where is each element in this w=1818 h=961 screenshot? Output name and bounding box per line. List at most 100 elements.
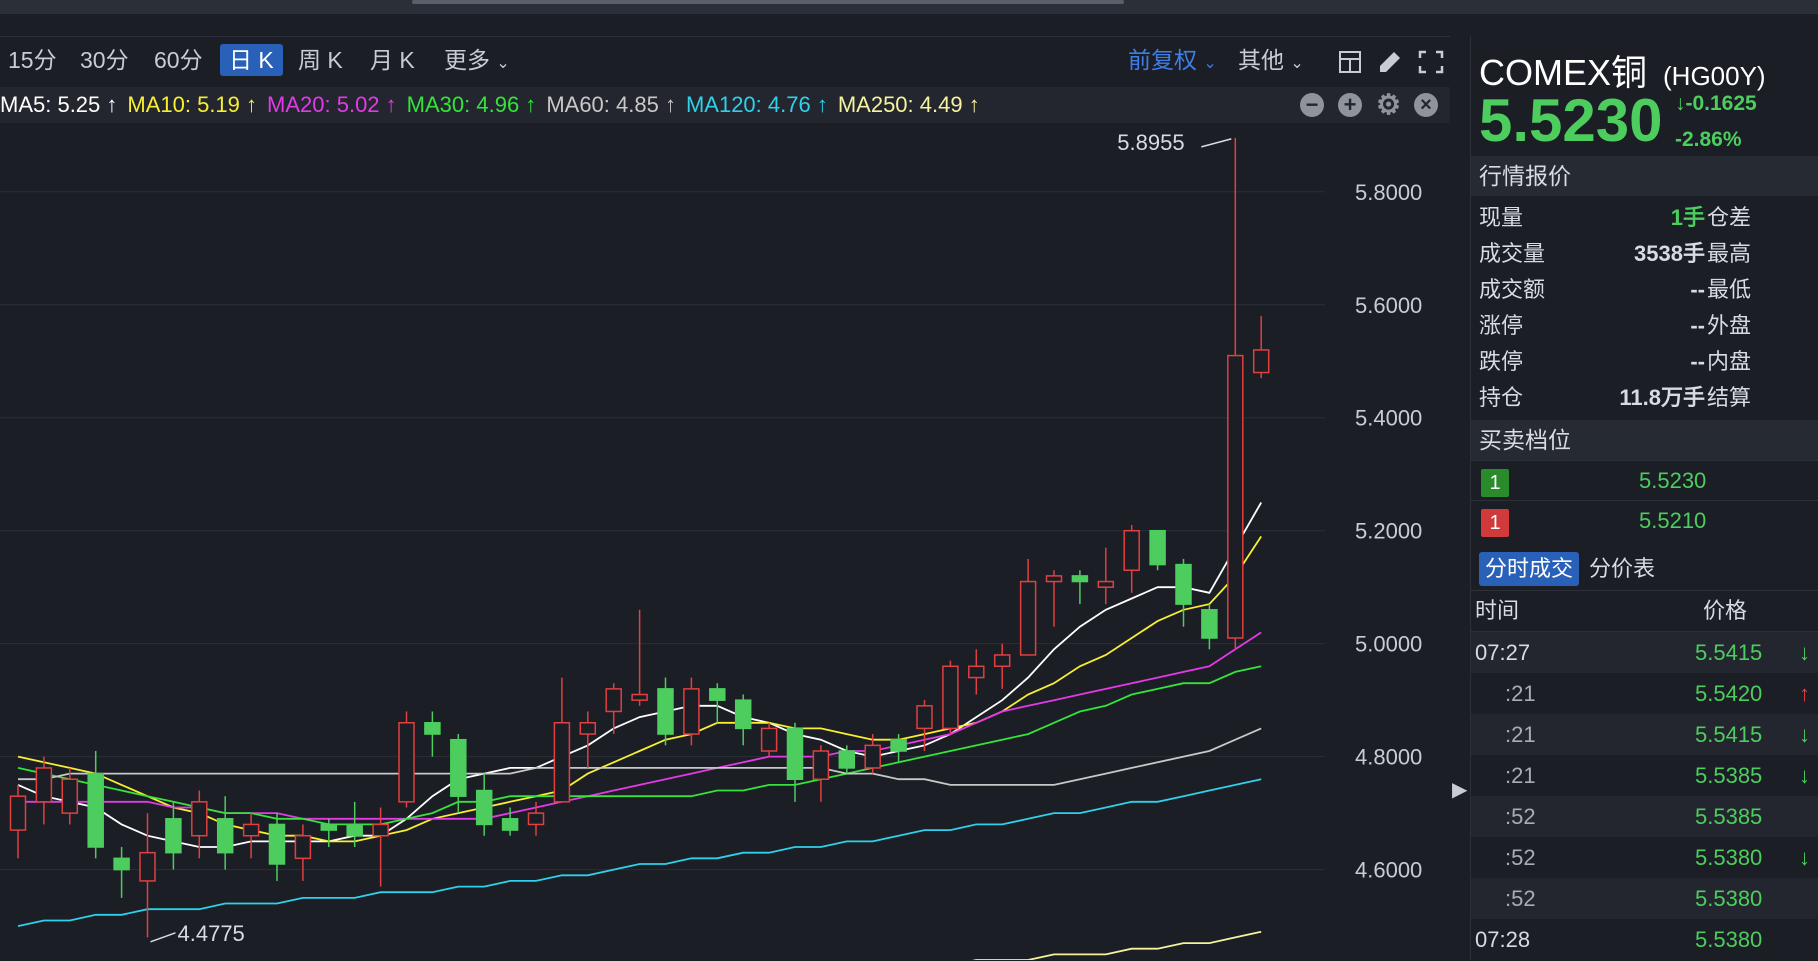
chevron-down-icon: ⌄ (1290, 55, 1304, 72)
settings-gear-icon[interactable]: ⚙ (1376, 91, 1401, 119)
quote-label: 跌停 (1479, 349, 1524, 374)
quote-label-secondary: 仓差 (1707, 205, 1752, 230)
orderbook-level-badge: 1 (1481, 469, 1509, 497)
quote-section-header: 行情报价 (1471, 156, 1818, 196)
quote-label-secondary: 最高 (1707, 241, 1752, 266)
ma-legend: MA5: 5.25 ↑ MA10: 5.19 ↑ MA20: 5.02 ↑ MA30:… (0, 92, 990, 117)
candle-body (9, 795, 27, 831)
orderbook-row[interactable]: 1 5.5210 (1471, 500, 1818, 541)
candle-body (527, 812, 545, 826)
candle-body (475, 789, 493, 826)
candle-body (294, 834, 312, 860)
candle-body (61, 778, 79, 814)
quote-label: 成交量 (1479, 241, 1546, 266)
orderbook-section-header: 买卖档位 (1471, 420, 1818, 460)
last-price: 5.5230 (1479, 87, 1663, 154)
y-tick-label: 5.4000 (1355, 406, 1422, 431)
period-30min[interactable]: 30分 (80, 44, 129, 76)
candle-body (631, 693, 648, 701)
quote-row: 持仓 11.8万手 结算 (1479, 380, 1815, 416)
trade-row: :21 5.5415 ↓ (1471, 714, 1818, 755)
fullscreen-icon[interactable] (1418, 50, 1444, 74)
quote-row: 成交额 -- 最低 (1479, 272, 1815, 308)
candle-body (916, 705, 933, 730)
candle-body (890, 738, 907, 752)
candle-body (398, 722, 415, 803)
trade-row: :52 5.5380 ↓ (1471, 837, 1818, 878)
ma-legend-item: MA20: 5.02 ↑ (267, 92, 397, 117)
quote-label: 持仓 (1479, 385, 1524, 410)
quote-row: 成交量 3538手 最高 (1479, 236, 1815, 272)
grid-layout-icon[interactable] (1339, 51, 1361, 73)
down-arrow-icon: ↓ (1799, 722, 1810, 747)
trade-time: :52 (1505, 886, 1536, 911)
chevron-down-icon: ⌄ (1203, 55, 1217, 72)
other-dropdown[interactable]: 其他 ⌄ (1238, 44, 1304, 76)
brush-icon[interactable] (1380, 52, 1400, 72)
candle-body (1019, 580, 1037, 656)
quote-side-panel: COMEX铜 (HG00Y) 5.5230 ↓-0.1625 -2.86% 行情报… (1470, 36, 1818, 960)
orderbook-level-badge: 1 (1481, 509, 1509, 537)
period-more[interactable]: 更多 ⌄ (444, 44, 510, 76)
y-tick-label: 5.2000 (1355, 519, 1422, 544)
tab-price-table[interactable]: 分价表 (1589, 552, 1655, 586)
candle-body (1227, 354, 1244, 639)
trade-row: :21 5.5385 ↓ (1471, 755, 1818, 796)
collapse-panel-icon[interactable]: ▶ (1452, 760, 1467, 820)
trade-header-time: 时间 (1475, 598, 1520, 623)
trade-row: 07:28 5.5380 (1471, 919, 1818, 960)
plus-circle-icon[interactable]: + (1338, 93, 1362, 117)
top-bar (0, 0, 1818, 14)
candle-body (450, 738, 467, 797)
quote-value: 3538手 (1634, 241, 1705, 266)
candle-body (942, 665, 959, 730)
period-monthly[interactable]: 月 K (370, 44, 415, 76)
candle-body (605, 688, 622, 713)
trade-time: 07:27 (1475, 640, 1531, 665)
y-tick-label: 5.8000 (1355, 180, 1422, 205)
trade-price: 5.5380 (1695, 886, 1763, 911)
candle-body (1149, 529, 1166, 566)
quote-label-secondary: 外盘 (1707, 313, 1752, 338)
candle-body (346, 823, 363, 837)
period-15min[interactable]: 15分 (8, 44, 57, 76)
tab-time-sales[interactable]: 分时成交 (1479, 552, 1580, 586)
minus-circle-icon[interactable]: − (1300, 93, 1324, 117)
quote-row: 现量 1手 仓差 (1479, 200, 1815, 236)
ma-legend-bar: MA5: 5.25 ↑ MA10: 5.19 ↑ MA20: 5.02 ↑ MA30:… (0, 87, 1450, 123)
candle-body (424, 722, 441, 735)
period-weekly[interactable]: 周 K (298, 44, 343, 76)
quote-label-secondary: 内盘 (1707, 349, 1752, 374)
quote-value: -- (1690, 313, 1705, 338)
candle-body (968, 665, 985, 679)
close-circle-icon[interactable]: × (1414, 93, 1438, 117)
candle-body (1123, 529, 1140, 571)
ma-legend-item: MA5: 5.25 ↑ (0, 92, 118, 117)
quote-row: 涨停 -- 外盘 (1479, 308, 1815, 344)
trade-price: 5.5415 (1695, 640, 1763, 665)
candlestick-chart[interactable]: 5.8000 5.6000 5.4000 5.2000 5.0000 4.8000 4.60… (0, 124, 1450, 960)
quote-value: -- (1690, 277, 1705, 302)
orderbook-price: 5.5230 (1639, 468, 1707, 493)
y-tick-label: 5.0000 (1355, 632, 1422, 657)
period-daily[interactable]: 日 K (220, 44, 283, 76)
other-label: 其他 (1238, 47, 1284, 73)
window-scrollbar[interactable] (412, 0, 1124, 4)
orderbook-row[interactable]: 1 5.5230 (1471, 460, 1818, 501)
period-60min[interactable]: 60分 (154, 44, 203, 76)
candle-body (786, 727, 804, 780)
trade-header-price: 价格 (1703, 598, 1748, 623)
candle-body (683, 688, 700, 735)
trade-time: :52 (1505, 804, 1536, 829)
candle-body (35, 767, 53, 803)
trade-tabs: 分时成交 分价表 (1479, 552, 1655, 586)
candle-body (1175, 563, 1192, 605)
candle-body (657, 688, 674, 735)
quote-value: 1手 (1670, 205, 1705, 230)
candle-body (1097, 580, 1115, 588)
adjust-dropdown[interactable]: 前复权 ⌄ (1128, 44, 1217, 76)
ma-legend-item: MA60: 4.85 ↑ (546, 92, 676, 117)
candle-body (320, 823, 338, 831)
toolbar-icons (1339, 50, 1444, 74)
down-arrow-icon: ↓ (1799, 845, 1810, 870)
